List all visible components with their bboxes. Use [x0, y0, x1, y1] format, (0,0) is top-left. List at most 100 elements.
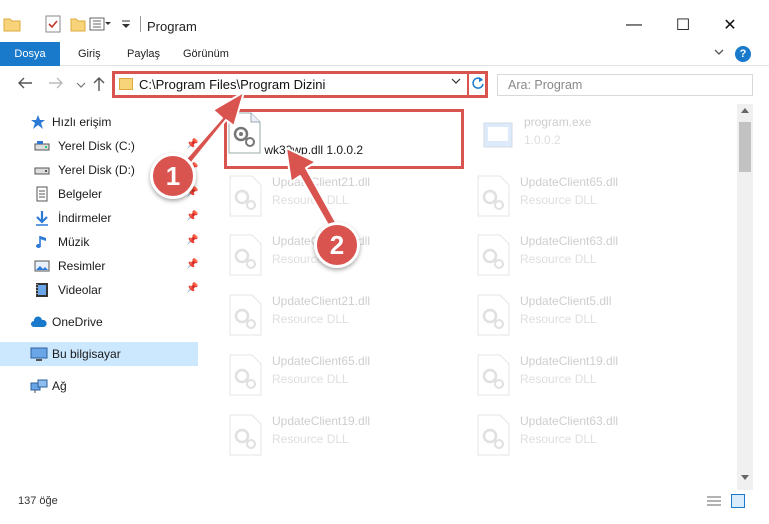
- sidebar-item-label: Bu bilgisayar: [52, 347, 121, 361]
- title-separator: [140, 16, 141, 32]
- up-arrow-icon[interactable]: [92, 76, 106, 96]
- back-arrow-icon[interactable]: [17, 76, 33, 94]
- sidebar-item-label: İndirmeler: [58, 211, 112, 225]
- star-icon: [30, 114, 46, 130]
- exe-file-icon: [480, 115, 516, 157]
- sidebar-item-network[interactable]: Ağ: [0, 374, 198, 398]
- dll-file-icon: [228, 294, 264, 336]
- sidebar-item-label: Yerel Disk (C:): [58, 139, 135, 153]
- file-tile[interactable]: UpdateClient63.dll Resource DLL: [472, 408, 712, 468]
- customize-toolbar-icon[interactable]: [89, 15, 111, 33]
- video-icon: [34, 282, 50, 298]
- file-tile[interactable]: UpdateClient5.dll Resource DLL: [472, 288, 712, 348]
- address-bar[interactable]: C:\Program Files\Program Dizini: [112, 71, 488, 98]
- drive-icon: [34, 162, 50, 178]
- pin-icon[interactable]: 📌: [186, 259, 198, 270]
- file-name: program.exe: [524, 115, 592, 129]
- sidebar-item-videos[interactable]: Videolar 📌: [0, 278, 198, 302]
- new-folder-icon[interactable]: [70, 15, 86, 33]
- maximize-button[interactable]: ☐: [660, 10, 706, 40]
- file-tile[interactable]: UpdateClient65.dll Resource DLL: [224, 348, 464, 408]
- file-version: 1.0.0.2: [524, 133, 561, 147]
- file-description: Resource DLL: [272, 372, 349, 386]
- sidebar-item-onedrive[interactable]: OneDrive: [0, 310, 198, 334]
- pictures-icon: [34, 258, 50, 274]
- close-button[interactable]: ✕: [707, 10, 753, 40]
- documents-icon: [34, 186, 50, 202]
- pin-icon[interactable]: 📌: [186, 211, 198, 222]
- dll-file-icon: [476, 175, 512, 217]
- file-description: Resource DLL: [272, 312, 349, 326]
- item-count: 137 öğe: [18, 495, 58, 507]
- pin-icon[interactable]: 📌: [186, 235, 198, 246]
- folder-icon: [119, 78, 133, 90]
- dll-file-icon: [476, 414, 512, 456]
- scroll-up-icon[interactable]: [740, 106, 750, 116]
- dll-file-icon: [228, 234, 264, 276]
- folder-icon[interactable]: [3, 15, 21, 33]
- properties-check-icon[interactable]: [45, 15, 61, 33]
- refresh-icon[interactable]: [471, 75, 485, 94]
- drive-icon: [34, 138, 50, 154]
- file-name: UpdateClient19.dll: [272, 414, 371, 428]
- file-tile[interactable]: program.exe 1.0.0.2: [476, 109, 716, 169]
- annotation-marker-1: 1: [150, 153, 196, 199]
- forward-arrow-icon[interactable]: [48, 76, 64, 94]
- tab-home[interactable]: Giriş: [78, 42, 101, 66]
- file-name: UpdateClient5.dll: [520, 294, 612, 308]
- expand-ribbon-icon[interactable]: [713, 46, 725, 61]
- file-tile[interactable]: UpdateClient19.dll Resource DLL: [224, 408, 464, 468]
- sidebar-item-label: Videolar: [58, 283, 102, 297]
- status-bar: 137 öğe: [0, 490, 769, 514]
- sidebar-item-music[interactable]: Müzik 📌: [0, 230, 198, 254]
- search-placeholder: Ara: Program: [508, 78, 583, 92]
- scroll-thumb[interactable]: [739, 122, 751, 172]
- sidebar-item-label: Belgeler: [58, 187, 103, 201]
- tiles-view-icon[interactable]: [731, 494, 745, 508]
- help-icon[interactable]: ?: [735, 46, 751, 62]
- file-description: Resource DLL: [272, 432, 349, 446]
- details-view-icon[interactable]: [707, 495, 721, 507]
- file-description: Resource DLL: [520, 193, 597, 207]
- sidebar-item-label: Hızlı erişim: [52, 115, 112, 129]
- network-icon: [30, 378, 48, 394]
- file-tile[interactable]: UpdateClient63.dll Resource DLL: [472, 228, 712, 288]
- address-path[interactable]: C:\Program Files\Program Dizini: [139, 77, 325, 92]
- file-name: wk30wp.dll: [264, 143, 324, 157]
- file-tile[interactable]: UpdateClient21.dll Resource DLL: [224, 288, 464, 348]
- recent-locations-icon[interactable]: [76, 81, 86, 91]
- file-tile[interactable]: UpdateClient21.dll Resource DLL: [224, 169, 464, 229]
- tab-share[interactable]: Paylaş: [127, 42, 160, 66]
- tab-file[interactable]: Dosya: [0, 42, 60, 66]
- tab-view[interactable]: Görünüm: [183, 42, 229, 66]
- file-name: UpdateClient63.dll: [520, 234, 619, 248]
- highlighted-file-tile[interactable]: wk30wp.dll 1.0.0.2: [224, 109, 464, 169]
- vertical-scrollbar[interactable]: [737, 104, 753, 490]
- pin-icon[interactable]: 📌: [186, 139, 198, 150]
- dll-file-icon: [476, 234, 512, 276]
- file-tile[interactable]: UpdateClient19.dll Resource DLL: [472, 348, 712, 408]
- file-tile[interactable]: UpdateClient65.dll Resource DLL: [472, 169, 712, 229]
- file-description: Resource DLL: [520, 432, 597, 446]
- search-input[interactable]: Ara: Program: [497, 74, 753, 96]
- address-dropdown-icon[interactable]: [451, 77, 461, 88]
- pin-icon[interactable]: 📌: [186, 283, 198, 294]
- dll-file-icon: [476, 354, 512, 396]
- sidebar-item-label: Müzik: [58, 235, 90, 249]
- sidebar-item-quick-access[interactable]: Hızlı erişim: [0, 110, 198, 134]
- ribbon-tabs: Dosya Giriş Paylaş Görünüm ?: [0, 42, 769, 66]
- scroll-down-icon[interactable]: [740, 474, 750, 484]
- computer-icon: [30, 346, 48, 362]
- chevron-down-icon[interactable]: [120, 15, 132, 33]
- sidebar-item-pictures[interactable]: Resimler 📌: [0, 254, 198, 278]
- file-description: Resource DLL: [272, 193, 349, 207]
- address-divider: [467, 71, 469, 98]
- sidebar-item-this-pc[interactable]: Bu bilgisayar: [0, 342, 198, 366]
- minimize-button[interactable]: —: [611, 10, 657, 40]
- file-name: UpdateClient65.dll: [520, 175, 619, 189]
- sidebar-item-downloads[interactable]: İndirmeler 📌: [0, 206, 198, 230]
- file-description: Resource DLL: [520, 252, 597, 266]
- file-name: UpdateClient21.dll: [272, 294, 371, 308]
- annotation-marker-2: 2: [314, 222, 360, 268]
- file-description: Resource DLL: [520, 372, 597, 386]
